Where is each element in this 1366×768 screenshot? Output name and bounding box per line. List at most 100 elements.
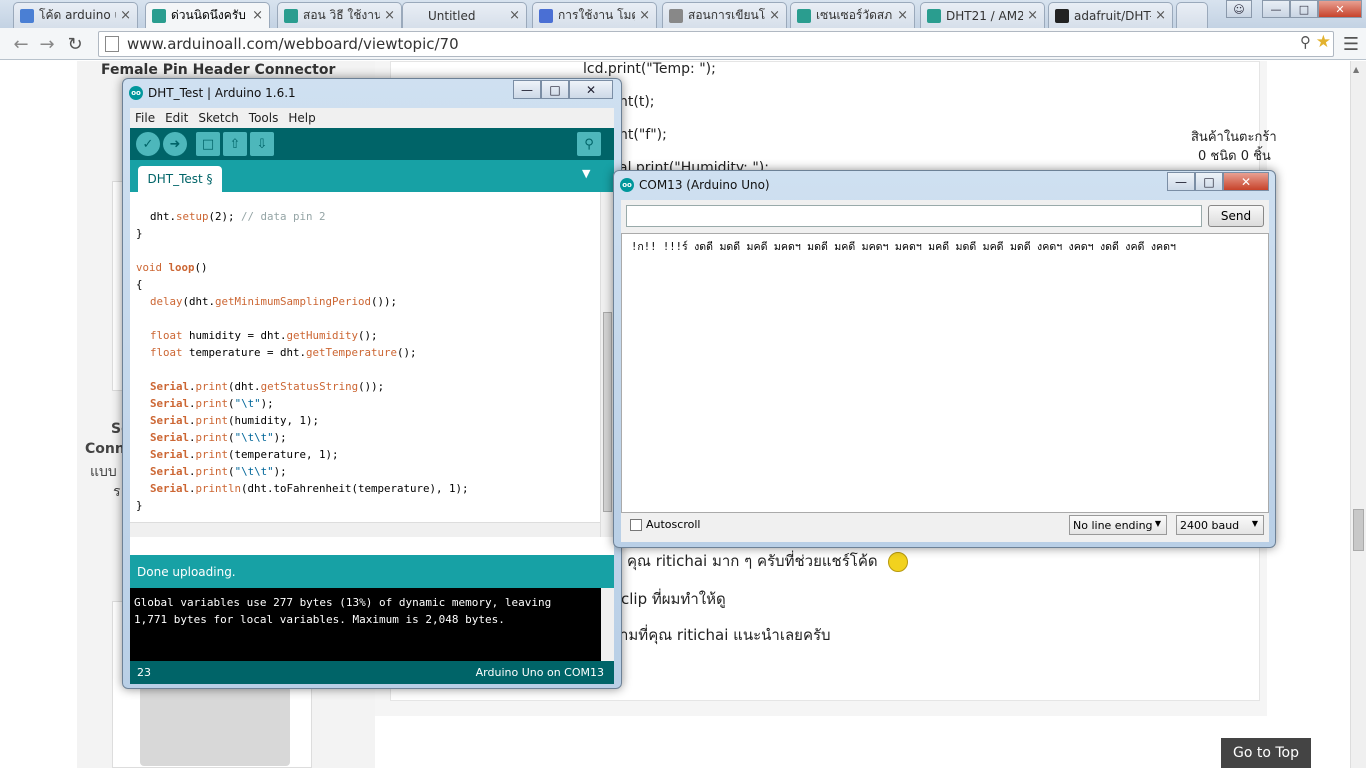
new-tab-button[interactable] <box>1176 2 1208 28</box>
scroll-thumb[interactable] <box>1353 509 1364 551</box>
menu-help[interactable]: Help <box>283 111 320 125</box>
arduinoall-icon <box>797 8 811 23</box>
line-ending-select[interactable]: No line ending ▼ <box>1069 515 1167 535</box>
arduino-ide-window: oo DHT_Test | Arduino 1.6.1 — □ ✕ File Ed… <box>122 78 622 689</box>
cart-title[interactable]: สินค้าในตะกร้า <box>1191 126 1277 147</box>
console-output: Global variables use 277 bytes (13%) of … <box>130 588 614 661</box>
tab-label: สอน วิธี ใช้งาน <box>303 8 381 22</box>
browser-tab[interactable]: ด่วนนิดนึงครับ : × <box>145 2 270 28</box>
google-icon <box>20 8 34 23</box>
serial-titlebar[interactable]: oo COM13 (Arduino Uno) <box>620 177 770 193</box>
baud-value: 2400 baud <box>1180 519 1240 532</box>
serial-monitor-window: oo COM13 (Arduino Uno) — □ ✕ Send !ก!! !!… <box>613 170 1276 548</box>
send-button[interactable]: Send <box>1208 205 1264 227</box>
code-vscrollbar[interactable] <box>600 192 614 537</box>
autoscroll-checkbox[interactable] <box>630 519 642 531</box>
post-message: คุณ ritichai มาก ๆ ครับที่ช่วยแชร์โค้ด <box>627 549 909 573</box>
close-button[interactable]: ✕ <box>569 80 613 99</box>
post-code-line: nt(t); <box>619 94 655 110</box>
maximize-button[interactable]: □ <box>1195 172 1223 191</box>
post-code-line: lcd.print("Temp: "); <box>583 61 716 77</box>
close-window-button[interactable]: ✕ <box>1318 0 1362 18</box>
scroll-up-icon[interactable]: ▲ <box>1353 65 1359 74</box>
serial-input[interactable] <box>626 205 1202 227</box>
serial-monitor-icon[interactable]: ⚲ <box>577 132 601 156</box>
browser-tab[interactable]: การใช้งาน โมดู × <box>532 2 657 28</box>
arduino-logo-icon: oo <box>620 178 634 192</box>
left-heading[interactable]: Female Pin Header Connector <box>101 62 335 78</box>
minimize-button[interactable]: — <box>513 80 541 99</box>
address-bar[interactable]: www.arduinoall.com/webboard/viewtopic/70… <box>98 31 1334 57</box>
user-icon[interactable]: ☺ <box>1226 0 1252 18</box>
sketch-tab[interactable]: DHT_Test § <box>138 166 222 192</box>
close-tab-icon[interactable]: × <box>1155 8 1166 23</box>
code-editor[interactable]: dht.setup(2); // data pin 2 } void loop(… <box>130 192 600 537</box>
post-message-text: คุณ ritichai มาก ๆ ครับที่ช่วยแชร์โค้ด <box>627 552 878 570</box>
ide-titlebar[interactable]: oo DHT_Test | Arduino 1.6.1 <box>129 85 296 101</box>
save-icon[interactable]: ⇩ <box>250 132 274 156</box>
minimize-window-button[interactable]: — <box>1262 0 1290 18</box>
footer-bar: 23 Arduino Uno on COM13 <box>130 661 614 684</box>
console-line: 1,771 bytes for local variables. Maximum… <box>134 613 505 626</box>
upload-icon[interactable]: ➜ <box>163 132 187 156</box>
tab-label: DHT21 / AM2 <box>946 8 1024 23</box>
browser-tab[interactable]: เซนเซอร์วัดสภา × <box>790 2 915 28</box>
verify-icon[interactable]: ✓ <box>136 132 160 156</box>
code-hscrollbar[interactable] <box>130 522 600 537</box>
serial-body: Send !ก!! !!!ร์ งดดี มดดี มคดี มคดฯ มดดี… <box>621 200 1269 542</box>
smiley-icon <box>888 551 909 572</box>
arduinoall-icon <box>284 8 298 23</box>
post-code-line: nt("f"); <box>619 127 667 143</box>
console-scrollbar[interactable] <box>601 588 614 661</box>
menu-tools[interactable]: Tools <box>244 111 284 125</box>
zoom-icon[interactable]: ⚲ <box>1300 33 1311 51</box>
close-tab-icon[interactable]: × <box>769 8 780 23</box>
browser-tab[interactable]: adafruit/DHT- × <box>1048 2 1173 28</box>
baud-select[interactable]: 2400 baud ▼ <box>1176 515 1264 535</box>
tab-label: adafruit/DHT- <box>1074 8 1152 23</box>
code-scroll-thumb[interactable] <box>603 312 612 512</box>
maximize-button[interactable]: □ <box>541 80 569 99</box>
close-button[interactable]: ✕ <box>1223 172 1269 191</box>
back-button[interactable]: ← <box>10 34 32 55</box>
go-to-top-button[interactable]: Go to Top <box>1221 738 1311 768</box>
browser-tab[interactable]: สอนการเขียนโ × <box>662 2 787 28</box>
tab-menu-icon[interactable]: ▼ <box>582 167 590 180</box>
line-number: 23 <box>137 666 151 679</box>
page-scrollbar[interactable]: ▲ <box>1350 61 1366 768</box>
menu-file[interactable]: File <box>130 111 160 125</box>
post-message: ามที่คุณ ritichai แนะนำเลยครับ <box>620 626 831 644</box>
page-icon <box>669 8 683 23</box>
maximize-window-button[interactable]: □ <box>1290 0 1318 18</box>
left-fragment: Conn <box>85 441 125 457</box>
close-tab-icon[interactable]: × <box>1027 8 1038 23</box>
browser-tab[interactable]: Untitled × <box>402 2 527 28</box>
browser-tab[interactable]: สอน วิธี ใช้งาน × <box>277 2 402 28</box>
close-tab-icon[interactable]: × <box>384 8 395 23</box>
close-tab-icon[interactable]: × <box>120 8 131 23</box>
menu-icon[interactable]: ☰ <box>1340 34 1362 55</box>
page-icon <box>105 36 119 52</box>
board-port: Arduino Uno on COM13 <box>475 666 604 679</box>
chevron-down-icon: ▼ <box>1154 519 1161 528</box>
new-icon[interactable]: □ <box>196 132 220 156</box>
left-fragment: ร <box>113 484 121 500</box>
menu-edit[interactable]: Edit <box>160 111 193 125</box>
serial-output: !ก!! !!!ร์ งดดี มดดี มคดี มคดฯ มดดี มคดี… <box>621 233 1269 513</box>
close-tab-icon[interactable]: × <box>639 8 650 23</box>
minimize-button[interactable]: — <box>1167 172 1195 191</box>
browser-tab[interactable]: DHT21 / AM2 × <box>920 2 1045 28</box>
editor-gap <box>130 537 614 555</box>
close-tab-icon[interactable]: × <box>509 8 520 23</box>
close-tab-icon[interactable]: × <box>897 8 908 23</box>
close-tab-icon[interactable]: × <box>252 8 263 23</box>
bookmark-star-icon[interactable]: ★ <box>1316 32 1331 52</box>
arduinoall-icon <box>152 8 166 23</box>
product-image[interactable] <box>140 686 290 766</box>
browser-tab[interactable]: โค้ด arduino u × <box>13 2 138 28</box>
open-icon[interactable]: ⇧ <box>223 132 247 156</box>
reload-button[interactable]: ↻ <box>64 34 86 55</box>
ide-title: DHT_Test | Arduino 1.6.1 <box>148 86 296 100</box>
forward-button[interactable]: → <box>36 34 58 55</box>
menu-sketch[interactable]: Sketch <box>193 111 243 125</box>
